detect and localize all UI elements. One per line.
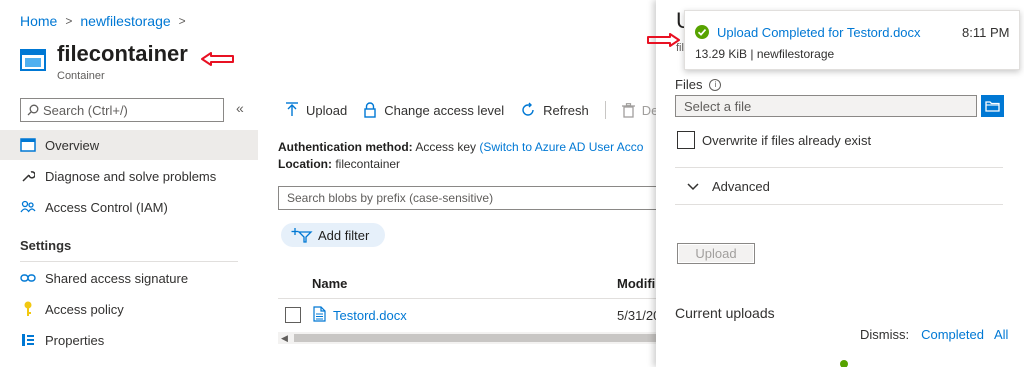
chevron-down-icon — [687, 182, 699, 190]
auth-method-row: Authentication method: Access key (Switc… — [278, 140, 643, 154]
sidebar-item-diagnose[interactable]: Diagnose and solve problems — [0, 161, 258, 191]
upload-button[interactable]: Upload — [285, 102, 347, 118]
file-select-input[interactable]: Select a file — [675, 95, 977, 117]
auth-method-label: Authentication method: — [278, 140, 413, 154]
sidebar-item-label: Diagnose and solve problems — [45, 168, 217, 184]
change-access-level-label: Change access level — [384, 102, 505, 118]
lock-icon — [364, 102, 376, 118]
overwrite-label: Overwrite if files already exist — [702, 133, 872, 148]
section-divider — [675, 167, 1003, 168]
upload-submit-button[interactable]: Upload — [677, 243, 755, 264]
location-label: Location: — [278, 157, 332, 171]
files-label: Files i — [675, 77, 722, 92]
search-icon — [27, 104, 39, 116]
blob-search-placeholder: Search blobs by prefix (case-sensitive) — [287, 191, 494, 205]
chevron-right-icon: > — [178, 14, 186, 28]
sidebar-item-shared-access-signature[interactable]: Shared access signature — [0, 263, 258, 293]
sidebar-item-label: Access policy — [45, 301, 124, 317]
sidebar-item-label: Shared access signature — [45, 270, 189, 286]
upload-status-dot — [840, 360, 848, 367]
refresh-button[interactable]: Refresh — [520, 102, 589, 118]
browse-folder-button[interactable] — [981, 95, 1004, 117]
auth-method-value: Access key — [415, 140, 477, 154]
location-row: Location: filecontainer — [278, 157, 400, 171]
info-icon[interactable]: i — [709, 78, 722, 91]
notification-detail: 13.29 KiB | newfilestorage — [695, 47, 835, 61]
sidebar-item-access-policy[interactable]: Access policy — [0, 294, 258, 324]
link-icon — [20, 270, 36, 286]
dismiss-completed-link[interactable]: Completed — [921, 327, 984, 342]
column-header-name[interactable]: Name — [312, 276, 347, 291]
folder-icon — [985, 101, 1000, 112]
success-check-icon — [694, 24, 710, 40]
trash-icon — [621, 102, 635, 118]
container-icon — [20, 48, 46, 72]
notification-title[interactable]: Upload Completed for Testord.docx — [717, 25, 921, 40]
column-header-modified[interactable]: Modifi — [617, 276, 655, 291]
toolbar: Upload Change access level Refresh Dele — [285, 98, 684, 122]
change-access-level-button[interactable]: Change access level — [363, 102, 504, 118]
add-filter-label: Add filter — [318, 227, 370, 243]
sidebar-item-iam[interactable]: Access Control (IAM) — [0, 192, 258, 222]
document-icon — [313, 306, 326, 322]
blob-search-input[interactable]: Search blobs by prefix (case-sensitive) — [278, 186, 658, 210]
chevron-right-icon: > — [65, 14, 73, 28]
overview-icon — [20, 137, 36, 153]
settings-heading: Settings — [20, 238, 72, 253]
people-icon — [20, 199, 36, 215]
wrench-icon — [20, 168, 36, 184]
scrollbar-thumb[interactable] — [294, 334, 658, 342]
table-header-divider — [278, 298, 658, 299]
add-filter-icon — [291, 228, 313, 243]
annotation-arrow-left — [200, 52, 236, 66]
scroll-left-arrow-icon[interactable]: ◀ — [281, 333, 288, 344]
notification-time: 8:11 PM — [962, 25, 1010, 40]
annotation-arrow-right — [645, 33, 681, 47]
advanced-section-toggle[interactable]: Advanced — [687, 179, 770, 194]
sidebar-search-placeholder: Search (Ctrl+/) — [43, 102, 128, 118]
breadcrumb-storage-link[interactable]: newfilestorage — [80, 13, 170, 29]
files-label-text: Files — [675, 77, 703, 92]
toolbar-divider — [604, 101, 606, 119]
row-checkbox[interactable] — [285, 307, 301, 323]
collapse-sidebar-button[interactable]: « — [236, 100, 244, 116]
key-icon — [20, 301, 36, 317]
upload-icon — [286, 102, 298, 116]
location-value: filecontainer — [335, 157, 401, 171]
blob-modified: 5/31/20 — [617, 308, 661, 323]
sidebar-item-overview[interactable]: Overview — [0, 130, 258, 160]
dismiss-row: Dismiss: Completed All — [860, 327, 1018, 342]
breadcrumb: Home > newfilestorage > — [20, 13, 194, 29]
file-select-placeholder: Select a file — [684, 98, 752, 114]
upload-button-label: Upload — [306, 102, 348, 118]
advanced-label: Advanced — [712, 179, 770, 194]
current-uploads-heading: Current uploads — [675, 305, 775, 321]
overwrite-checkbox[interactable] — [677, 131, 695, 149]
blob-name-link[interactable]: Testord.docx — [333, 308, 407, 323]
page-subtitle: Container — [57, 70, 105, 82]
refresh-icon — [522, 102, 534, 116]
page-title: filecontainer — [57, 41, 188, 66]
section-divider — [675, 204, 1003, 205]
sidebar-item-properties[interactable]: Properties — [0, 325, 258, 355]
upload-complete-notification[interactable]: Upload Completed for Testord.docx 8:11 P… — [684, 10, 1020, 70]
sidebar-item-label: Properties — [45, 332, 105, 348]
sidebar-item-label: Access Control (IAM) — [45, 199, 168, 215]
sidebar-search-input[interactable]: Search (Ctrl+/) — [20, 98, 224, 122]
horizontal-scrollbar[interactable]: ◀ — [278, 332, 658, 344]
settings-divider — [20, 261, 238, 262]
breadcrumb-home-link[interactable]: Home — [20, 13, 57, 29]
properties-icon — [20, 332, 36, 348]
sidebar-item-label: Overview — [45, 137, 100, 153]
refresh-button-label: Refresh — [543, 102, 589, 118]
add-filter-button[interactable]: Add filter — [281, 223, 385, 247]
dismiss-all-link[interactable]: All — [994, 327, 1008, 342]
dismiss-label: Dismiss: — [860, 327, 910, 342]
switch-auth-link[interactable]: (Switch to Azure AD User Acco — [479, 140, 643, 154]
